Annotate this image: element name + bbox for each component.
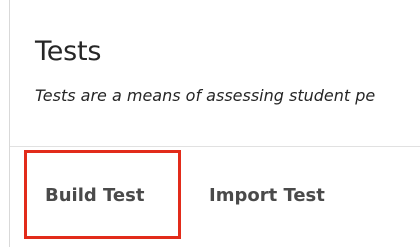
page-title: Tests	[35, 36, 102, 67]
screenshot-stage: Tests Tests are a means of assessing stu…	[0, 0, 420, 247]
page-description: Tests are a means of assessing student p…	[35, 86, 376, 105]
import-test-button[interactable]: Import Test	[209, 185, 325, 206]
build-test-button[interactable]: Build Test	[45, 185, 144, 206]
test-actions-toolbar: Build Test Import Test	[10, 147, 420, 247]
tests-panel: Tests Tests are a means of assessing stu…	[9, 0, 420, 247]
